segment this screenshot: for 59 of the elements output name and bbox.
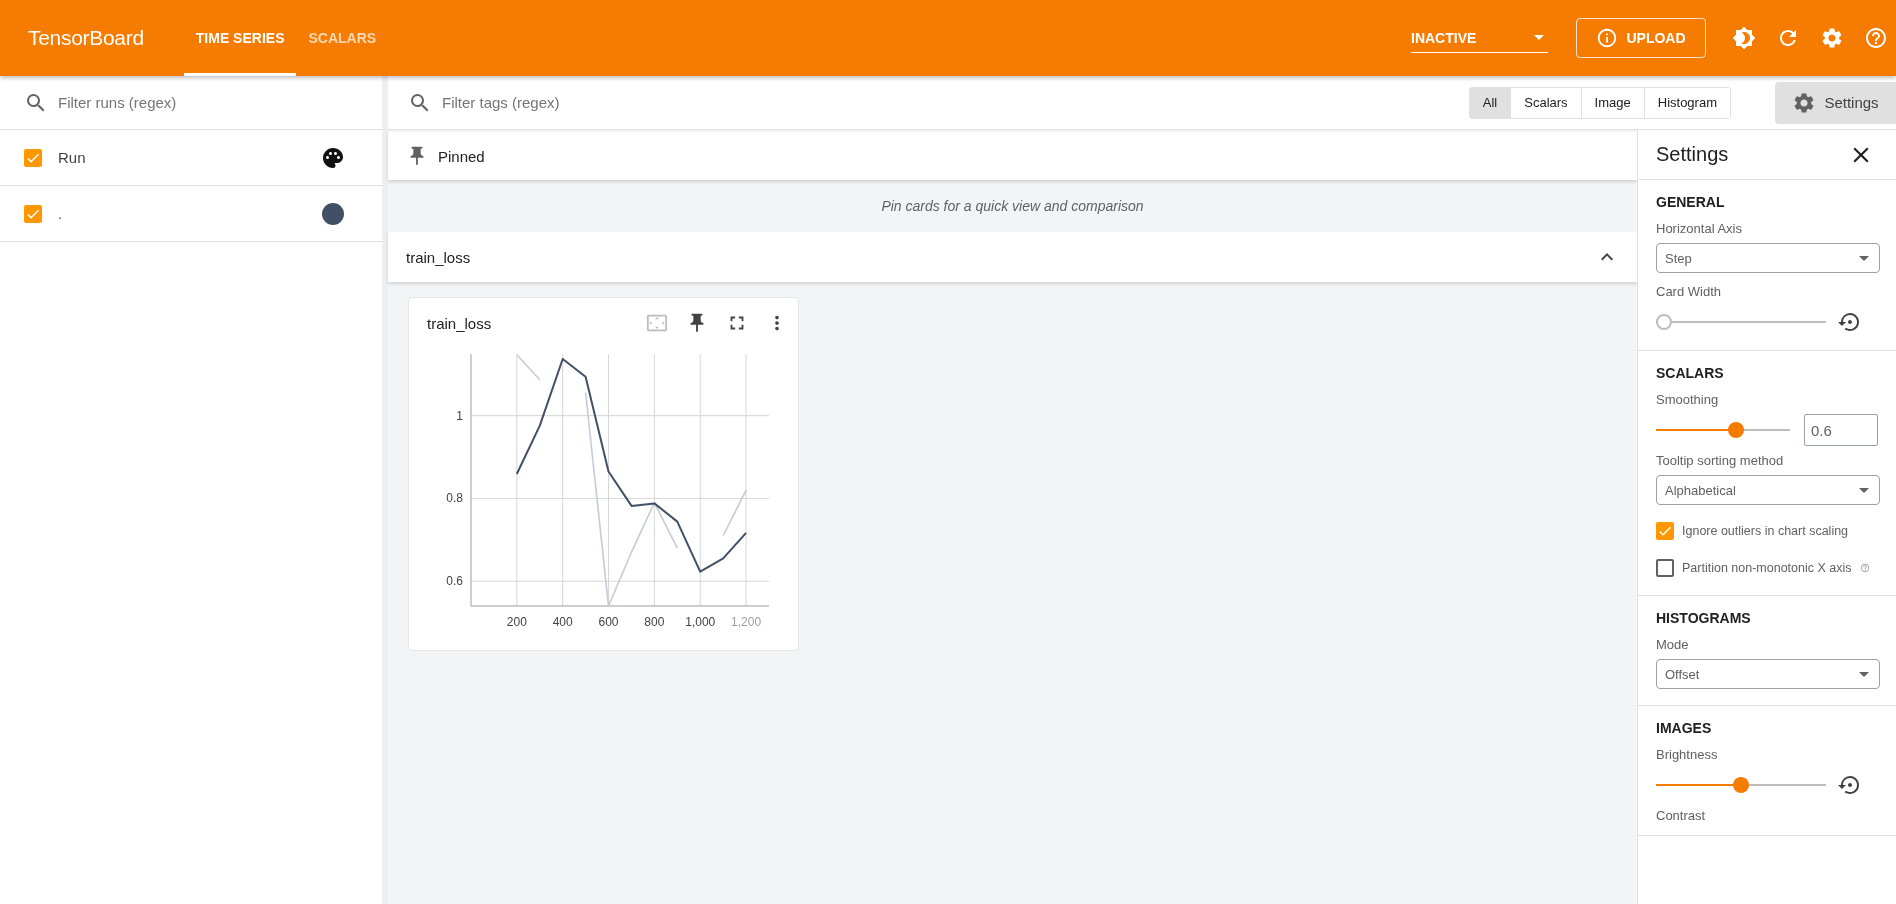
dropdown-icon <box>1859 255 1869 261</box>
section-title: IMAGES <box>1656 720 1713 736</box>
run-name: Run <box>58 149 87 166</box>
palette-icon[interactable] <box>321 145 345 170</box>
checkbox-label: Partition non-monotonic X axis <box>1682 561 1852 575</box>
color-dot[interactable] <box>322 202 344 225</box>
search-field[interactable]: Filter tags (regex) <box>440 93 1469 112</box>
empty-message: Pin cards for a quick view and comparison <box>880 197 1145 216</box>
dropdown-icon <box>1859 487 1869 493</box>
run-name: . <box>58 205 64 222</box>
select-field[interactable]: Offset <box>1656 659 1880 689</box>
section-title: HISTOGRAMS <box>1656 610 1752 626</box>
filter-toggle[interactable]: All <box>1469 87 1511 118</box>
reset-icon[interactable] <box>1838 310 1862 334</box>
search-field[interactable]: Filter runs (regex) <box>56 93 358 112</box>
help-icon[interactable] <box>1864 26 1888 50</box>
axis-tick-label: 400 <box>552 615 573 629</box>
settings-icon[interactable] <box>1820 26 1844 50</box>
field-label: Contrast <box>1656 808 1707 823</box>
theme-icon[interactable] <box>1732 26 1756 50</box>
select-field[interactable]: Alphabetical <box>1656 475 1880 505</box>
axis-tick-label: 0.6 <box>446 574 463 589</box>
checkbox[interactable] <box>24 148 42 167</box>
checkbox[interactable] <box>24 204 42 223</box>
dropdown-icon <box>1534 35 1544 40</box>
field-label: Card Width <box>1656 284 1723 299</box>
filter-toggle[interactable]: Histogram <box>1643 87 1730 118</box>
panel-title: Settings <box>1656 143 1729 166</box>
section-title: GENERAL <box>1656 194 1726 210</box>
axis-tick-label: 1,200 <box>731 615 762 629</box>
section-title: Pinned <box>438 147 485 165</box>
number-field[interactable]: 0.6 <box>1804 414 1878 446</box>
axis-tick-label: 1,000 <box>685 615 716 629</box>
group-header[interactable]: train_loss <box>388 232 1637 282</box>
checkbox-label: Ignore outliers in chart scaling <box>1682 524 1849 538</box>
select-field[interactable]: Step <box>1656 243 1880 273</box>
info-icon <box>1596 27 1619 49</box>
help-icon[interactable] <box>1859 563 1870 573</box>
field-label: Tooltip sorting method <box>1656 453 1785 468</box>
reset-icon[interactable] <box>1838 773 1862 797</box>
axis-tick-label: 1 <box>456 408 463 423</box>
axis-tick-label: 600 <box>598 615 619 629</box>
axis-tick-label: 0.8 <box>446 491 463 506</box>
dropdown-icon <box>1859 671 1869 677</box>
axis-tick-label: 200 <box>506 615 527 629</box>
axis-tick-label: 800 <box>644 615 665 629</box>
slider-thumb[interactable] <box>1656 314 1672 330</box>
field-label: Mode <box>1656 637 1690 652</box>
settings-button[interactable]: Settings <box>1775 81 1896 124</box>
card-title: train_loss <box>427 314 493 332</box>
checkbox[interactable] <box>1656 522 1674 540</box>
checkbox[interactable] <box>1656 559 1674 577</box>
slider-thumb[interactable] <box>1728 422 1744 438</box>
slider-thumb[interactable] <box>1733 777 1749 793</box>
field-label: Horizontal Axis <box>1656 221 1743 236</box>
field-label: Brightness <box>1656 747 1719 762</box>
app-title: TensorBoard <box>28 26 144 50</box>
field-label: Smoothing <box>1656 392 1720 407</box>
section-title: SCALARS <box>1656 365 1725 381</box>
